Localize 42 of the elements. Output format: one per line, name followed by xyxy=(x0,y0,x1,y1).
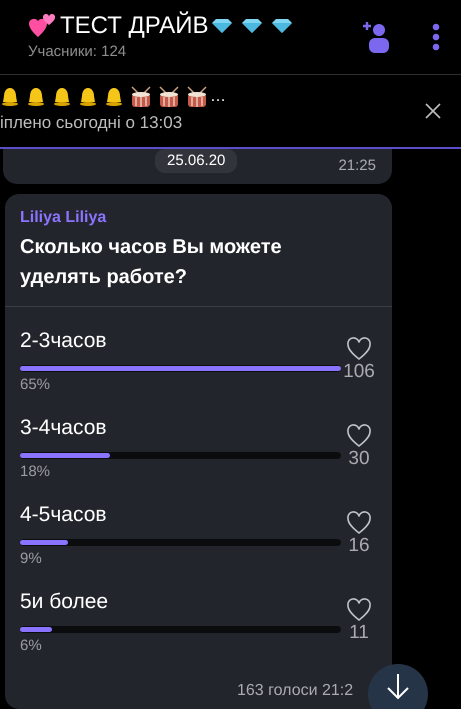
close-icon[interactable] xyxy=(425,102,441,119)
option-label: 2-3часов xyxy=(20,328,108,354)
member-count: Учасники: 124 xyxy=(28,42,128,62)
option-label: 3-4часов xyxy=(20,415,108,442)
option-percent: 6% xyxy=(20,636,43,656)
pinned-caption: іплено сьогодні о 13:03 xyxy=(0,112,184,134)
diamond-icon xyxy=(272,18,292,33)
poll-footer: 163 голоси 21:2 xyxy=(237,682,354,699)
drum-icon xyxy=(130,86,152,108)
option-percent: 65% xyxy=(20,375,52,396)
heart-icon[interactable] xyxy=(346,337,372,362)
heart-icon[interactable] xyxy=(346,511,372,536)
poll-question: Сколько часов Вы можете уделять работе? xyxy=(20,235,283,290)
option-percent: 18% xyxy=(20,462,52,482)
bell-icon xyxy=(78,87,98,108)
diamond-icon xyxy=(242,18,262,33)
date-chip: 25.06.20 xyxy=(155,149,238,174)
drum-icon xyxy=(158,86,180,108)
scroll-down-button[interactable] xyxy=(368,664,428,709)
option-percent: 9% xyxy=(20,549,43,570)
heart-icon[interactable] xyxy=(346,598,372,622)
add-user-icon[interactable] xyxy=(361,20,391,54)
option-label: 5и более xyxy=(20,589,110,616)
arrow-down-icon xyxy=(387,674,409,700)
more-icon[interactable] xyxy=(431,22,441,52)
vote-count: 106 xyxy=(343,361,375,384)
author-name: Liliya Liliya xyxy=(20,208,108,228)
bell-icon xyxy=(26,87,46,108)
pinned-ellipsis: … xyxy=(210,89,226,106)
bell-icon xyxy=(0,87,20,108)
diamond-icon xyxy=(212,18,232,33)
vote-count: 16 xyxy=(348,535,370,558)
bell-icon xyxy=(104,87,124,108)
heart-icon[interactable] xyxy=(346,424,372,448)
chat-title: ТЕСТ ДРАЙВ xyxy=(60,10,208,41)
vote-count: 30 xyxy=(348,448,370,470)
message-time: 21:25 xyxy=(338,156,376,176)
option-label: 4-5часов xyxy=(20,502,108,528)
drum-icon xyxy=(186,86,208,108)
bell-icon xyxy=(52,87,72,108)
hearts-icon xyxy=(28,12,58,39)
vote-count: 11 xyxy=(349,622,369,644)
